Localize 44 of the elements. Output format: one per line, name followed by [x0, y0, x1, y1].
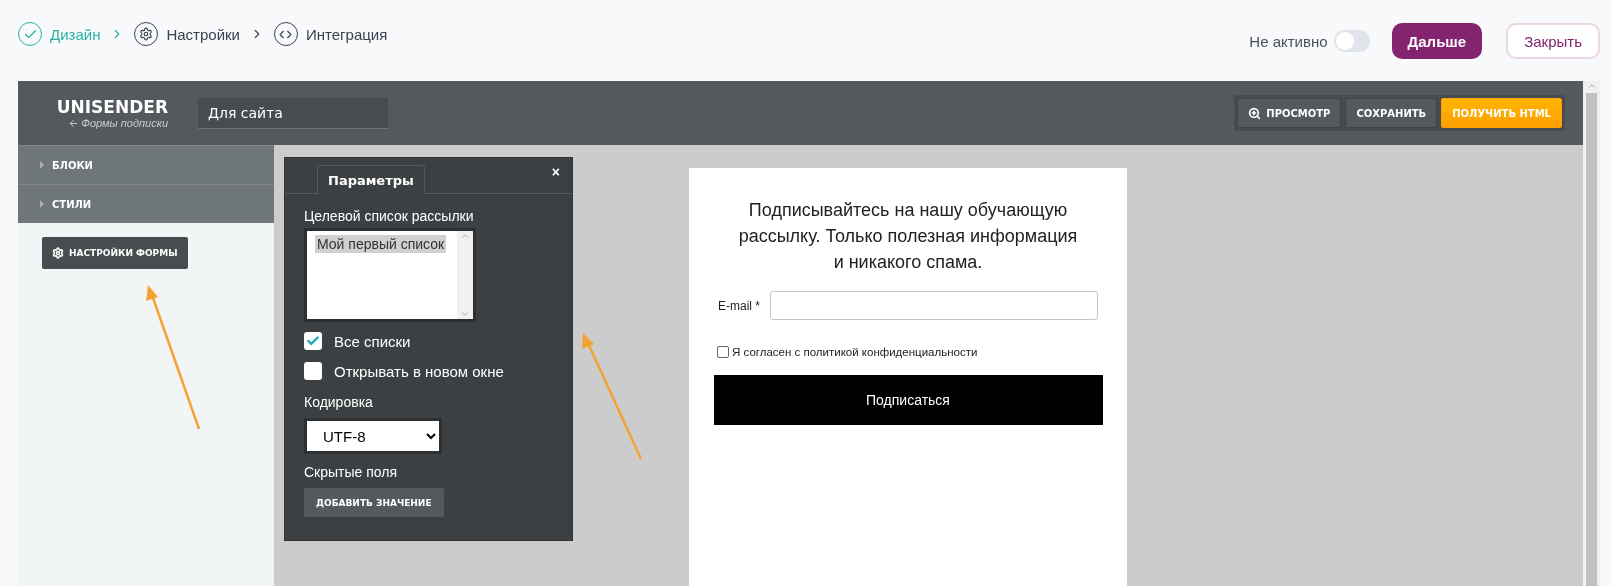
- mailing-list-box[interactable]: Мой первый список: [304, 228, 476, 322]
- scrollbar[interactable]: [457, 231, 473, 319]
- sidebar-section[interactable]: БЛОКИ: [18, 145, 274, 184]
- email-field[interactable]: [770, 291, 1098, 320]
- email-label: E-mail *: [718, 298, 760, 313]
- parameters-tab[interactable]: Параметры: [317, 165, 425, 194]
- subscribe-button[interactable]: Подписаться: [713, 375, 1103, 425]
- form-heading: Подписывайтесь на нашу обучающую рассылку. Только полезная информация и никакого спама.: [738, 199, 1078, 274]
- encoding-select[interactable]: UTF-8: [304, 418, 442, 454]
- encoding-label: Кодировка: [304, 394, 374, 410]
- scroll-up-icon[interactable]: [1586, 81, 1597, 91]
- consent-label: Я согласен с политикой конфиденциальности: [732, 346, 978, 358]
- arrow-left-icon: [68, 117, 80, 129]
- list-option[interactable]: Мой первый список: [315, 235, 447, 253]
- preview-button[interactable]: ПРОСМОТР: [1237, 98, 1342, 128]
- status-label: Не активно: [1249, 32, 1328, 50]
- section-label: БЛОКИ: [52, 159, 93, 171]
- panel-close-button[interactable]: ×: [551, 164, 560, 180]
- step-label[interactable]: Настройки: [166, 25, 240, 43]
- next-button[interactable]: Дальше: [1391, 23, 1483, 59]
- add-value-button[interactable]: ДОБАВИТЬ ЗНАЧЕНИЕ: [304, 488, 444, 517]
- checkbox[interactable]: [304, 332, 322, 350]
- gear-icon: [139, 27, 154, 41]
- form-name-field[interactable]: Для сайта: [198, 97, 388, 129]
- zoom-icon: [1248, 106, 1262, 120]
- hidden-fields-label: Скрытые поля: [304, 464, 399, 480]
- option-label: Все списки: [334, 332, 411, 350]
- list-label: Целевой список рассылки: [304, 208, 475, 224]
- gear-icon: [52, 247, 64, 259]
- status-toggle[interactable]: [1333, 30, 1370, 52]
- checkbox[interactable]: [304, 362, 322, 380]
- scroll-down-icon[interactable]: [460, 309, 470, 319]
- sidebar-section[interactable]: СТИЛИ: [18, 184, 274, 223]
- section-label: СТИЛИ: [52, 198, 92, 210]
- scroll-up-icon[interactable]: [460, 231, 470, 241]
- logo: UNISENDER: [56, 97, 168, 117]
- close-button[interactable]: Закрыть: [1506, 23, 1600, 59]
- scrollbar[interactable]: [1583, 81, 1600, 586]
- save-button[interactable]: СОХРАНИТЬ: [1345, 98, 1438, 128]
- form-settings-button[interactable]: НАСТРОЙКИ ФОРМЫ: [42, 237, 188, 269]
- option-label: Открывать в новом окне: [334, 362, 504, 380]
- step-label[interactable]: Интеграция: [306, 25, 388, 43]
- back-link[interactable]: Формы подписки: [68, 117, 168, 129]
- consent-checkbox[interactable]: [717, 346, 729, 358]
